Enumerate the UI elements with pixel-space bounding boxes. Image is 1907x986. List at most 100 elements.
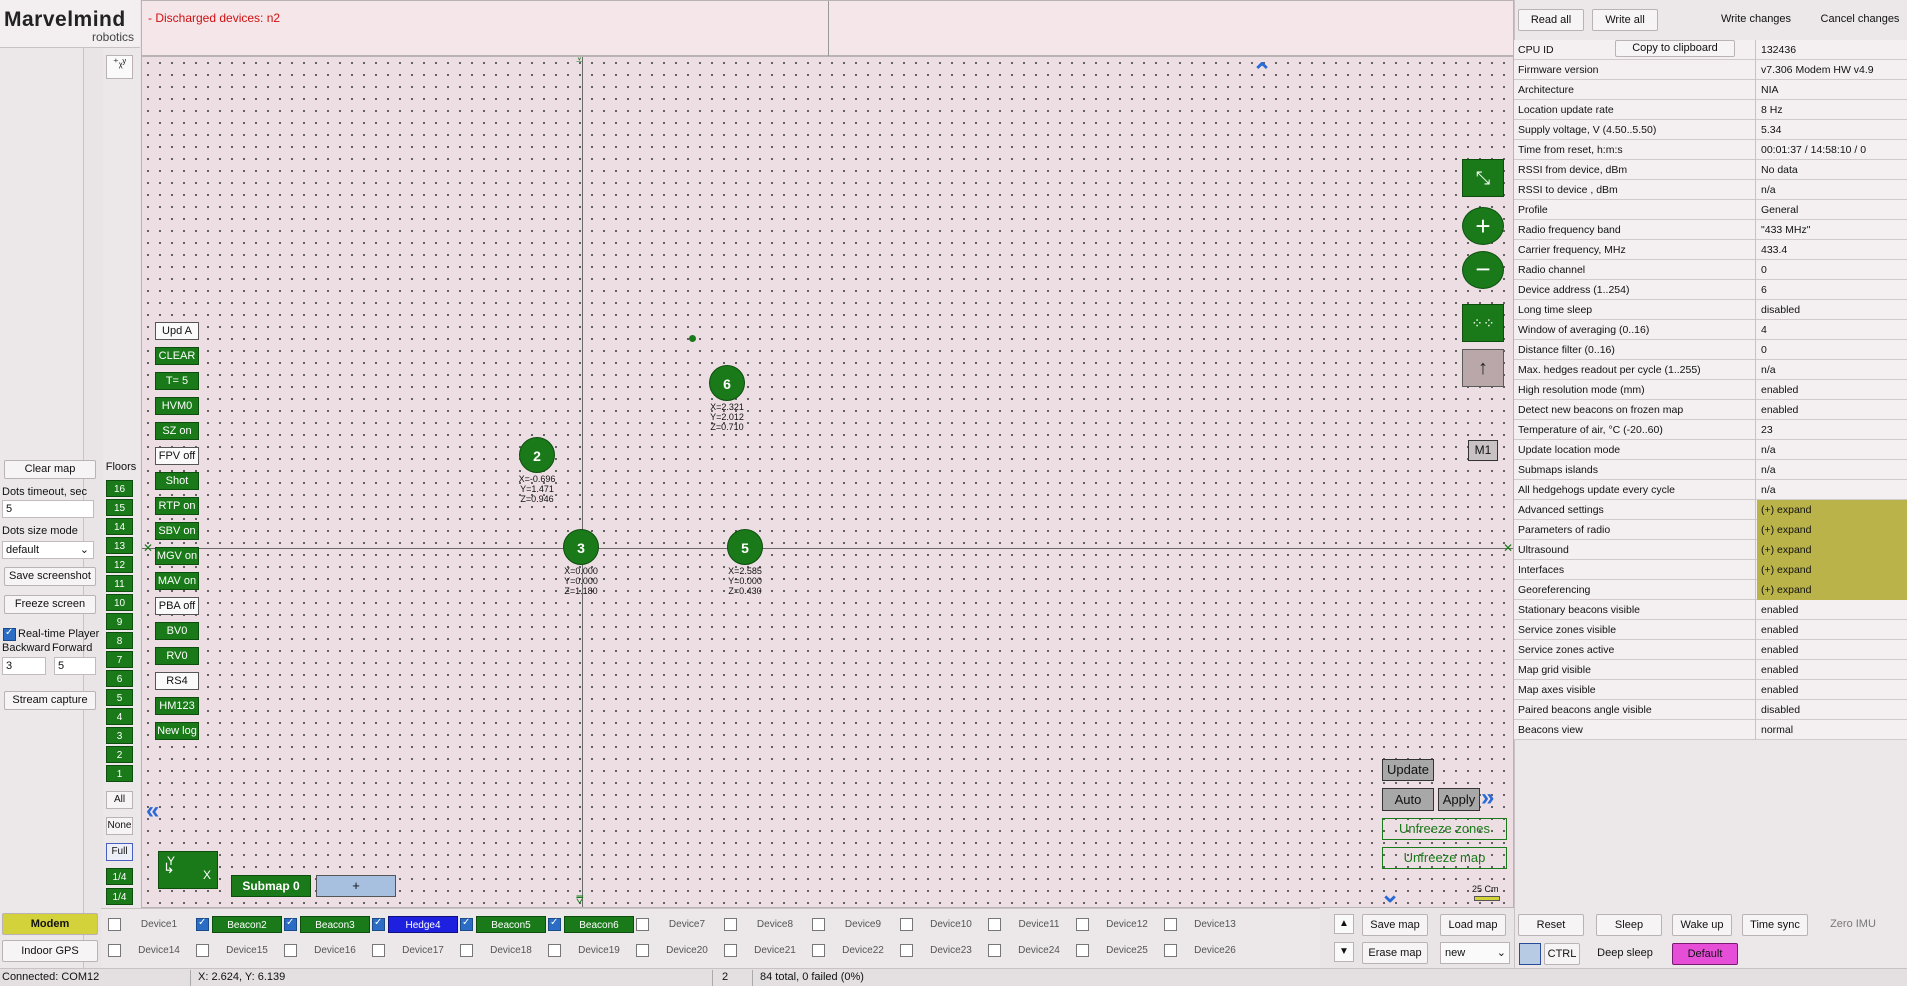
floor-6-button[interactable]: 6: [106, 670, 133, 687]
beacon-3[interactable]: 3: [563, 529, 599, 565]
device26-label[interactable]: Device26: [1180, 942, 1250, 959]
submap-0-button[interactable]: Submap 0: [231, 875, 311, 897]
floors-quarter-2[interactable]: 1/4: [106, 888, 133, 905]
sleep-button[interactable]: Sleep: [1596, 914, 1662, 936]
floor-2-button[interactable]: 2: [106, 746, 133, 763]
floor-8-button[interactable]: 8: [106, 632, 133, 649]
floor-7-button[interactable]: 7: [106, 651, 133, 668]
unfreeze-map-button[interactable]: Unfreeze map: [1382, 847, 1507, 869]
prop-submaps-islands-value[interactable]: n/a: [1757, 460, 1907, 480]
floor-15-button[interactable]: 15: [106, 499, 133, 516]
floor-16-button[interactable]: 16: [106, 480, 133, 497]
clear-map-button[interactable]: Clear map: [4, 460, 96, 479]
device23-checkbox[interactable]: [900, 944, 913, 957]
map-toggle-shot[interactable]: Shot: [155, 472, 199, 490]
freeze-screen-button[interactable]: Freeze screen: [4, 595, 96, 614]
map-toggle-hvm0[interactable]: HVM0: [155, 397, 199, 415]
prop-radio-frequency-band-value[interactable]: "433 MHz": [1757, 220, 1907, 240]
device20-label[interactable]: Device20: [652, 942, 722, 959]
prop-update-location-mode-value[interactable]: n/a: [1757, 440, 1907, 460]
cancel-changes-button[interactable]: Cancel changes: [1816, 9, 1904, 31]
floor-13-button[interactable]: 13: [106, 537, 133, 554]
map-canvas[interactable]: ⩡ ✕ ✕ ⩢ ⌃ « ⌄: [141, 56, 1514, 908]
prop-service-zones-visible-value[interactable]: enabled: [1757, 620, 1907, 640]
prop-all-hedgehogs-update-every-cycle-value[interactable]: n/a: [1757, 480, 1907, 500]
map-toggle-fpv-off[interactable]: FPV off: [155, 447, 199, 465]
prop-max-hedges-readout-per-cycle-1-255-value[interactable]: n/a: [1757, 360, 1907, 380]
device13-checkbox[interactable]: [1164, 918, 1177, 931]
device19-checkbox[interactable]: [548, 944, 561, 957]
device14-label[interactable]: Device14: [124, 942, 194, 959]
prop-carrier-frequency-mhz-value[interactable]: 433.4: [1757, 240, 1907, 260]
map-toggle-mgv-on[interactable]: MGV on: [155, 547, 199, 565]
load-map-button[interactable]: Load map: [1440, 914, 1506, 936]
prop-architecture-value[interactable]: NIA: [1757, 80, 1907, 100]
ctrl-indicator[interactable]: [1519, 943, 1541, 965]
map-toggle-bv0[interactable]: BV0: [155, 622, 199, 640]
device12-label[interactable]: Device12: [1092, 916, 1162, 933]
write-all-button[interactable]: Write all: [1592, 9, 1658, 31]
floor-3-button[interactable]: 3: [106, 727, 133, 744]
time-sync-button[interactable]: Time sync: [1742, 914, 1808, 936]
floor-5-button[interactable]: 5: [106, 689, 133, 706]
beacon3-label[interactable]: Beacon3: [300, 916, 370, 933]
prop-interfaces-value[interactable]: (+) expand: [1757, 560, 1907, 580]
beacon5-checkbox[interactable]: [460, 917, 473, 931]
prop-long-time-sleep-value[interactable]: disabled: [1757, 300, 1907, 320]
device9-checkbox[interactable]: [812, 918, 825, 931]
device1-checkbox[interactable]: [108, 918, 121, 931]
indoor-gps-button[interactable]: Indoor GPS: [2, 940, 98, 962]
device11-checkbox[interactable]: [988, 918, 1001, 931]
device17-label[interactable]: Device17: [388, 942, 458, 959]
ctrl-button[interactable]: CTRL: [1544, 943, 1580, 965]
default-button[interactable]: Default: [1672, 943, 1738, 965]
device15-checkbox[interactable]: [196, 944, 209, 957]
device20-checkbox[interactable]: [636, 944, 649, 957]
device15-label[interactable]: Device15: [212, 942, 282, 959]
device21-label[interactable]: Device21: [740, 942, 810, 959]
prop-high-resolution-mode-mm-value[interactable]: enabled: [1757, 380, 1907, 400]
device25-label[interactable]: Device25: [1092, 942, 1162, 959]
device25-checkbox[interactable]: [1076, 944, 1089, 957]
prop-device-address-1-254-value[interactable]: 6: [1757, 280, 1907, 300]
map-toggle-t-5[interactable]: T= 5: [155, 372, 199, 390]
map-toggle-rtp-on[interactable]: RTP on: [155, 497, 199, 515]
map-name-select[interactable]: new ⌄: [1440, 942, 1510, 964]
realtime-player-checkbox[interactable]: [3, 627, 16, 641]
prop-time-from-reset-h-m-s-value[interactable]: 00:01:37 / 14:58:10 / 0: [1757, 140, 1907, 160]
prop-temperature-of-air-c-20-60-value[interactable]: 23: [1757, 420, 1907, 440]
zoom-out-button[interactable]: −: [1462, 251, 1504, 289]
floor-11-button[interactable]: 11: [106, 575, 133, 592]
prop-stationary-beacons-visible-value[interactable]: enabled: [1757, 600, 1907, 620]
prop-georeferencing-value[interactable]: (+) expand: [1757, 580, 1907, 600]
beacon2-checkbox[interactable]: [196, 917, 209, 931]
device22-checkbox[interactable]: [812, 944, 825, 957]
device22-label[interactable]: Device22: [828, 942, 898, 959]
dots-timeout-input[interactable]: 5: [2, 500, 94, 518]
floor-1-button[interactable]: 1: [106, 765, 133, 782]
device21-checkbox[interactable]: [724, 944, 737, 957]
read-all-button[interactable]: Read all: [1518, 9, 1584, 31]
zoom-fit-button[interactable]: ⤡: [1462, 159, 1504, 197]
device11-label[interactable]: Device11: [1004, 916, 1074, 933]
prop-beacons-view-value[interactable]: normal: [1757, 720, 1907, 740]
stream-capture-button[interactable]: Stream capture: [4, 691, 96, 710]
prop-paired-beacons-angle-visible-value[interactable]: disabled: [1757, 700, 1907, 720]
prop-map-grid-visible-value[interactable]: enabled: [1757, 660, 1907, 680]
beacon-2[interactable]: 2: [519, 437, 555, 473]
wake-up-button[interactable]: Wake up: [1672, 914, 1732, 936]
device13-label[interactable]: Device13: [1180, 916, 1250, 933]
hedge4-label[interactable]: Hedge4: [388, 916, 458, 933]
prop-profile-value[interactable]: General: [1757, 200, 1907, 220]
device16-checkbox[interactable]: [284, 944, 297, 957]
expand-right-icon[interactable]: »: [1481, 786, 1494, 810]
prop-parameters-of-radio-value[interactable]: (+) expand: [1757, 520, 1907, 540]
add-submap-button[interactable]: +: [316, 875, 396, 897]
modem-button[interactable]: Modem: [2, 913, 98, 935]
floor-9-button[interactable]: 9: [106, 613, 133, 630]
map-toggle-rs4[interactable]: RS4: [155, 672, 199, 690]
update-button[interactable]: Update: [1382, 759, 1434, 781]
axes-orientation-button[interactable]: Y X ↳: [158, 851, 218, 889]
prop-rssi-from-device-dbm-value[interactable]: No data: [1757, 160, 1907, 180]
floors-quarter-1[interactable]: 1/4: [106, 868, 133, 885]
